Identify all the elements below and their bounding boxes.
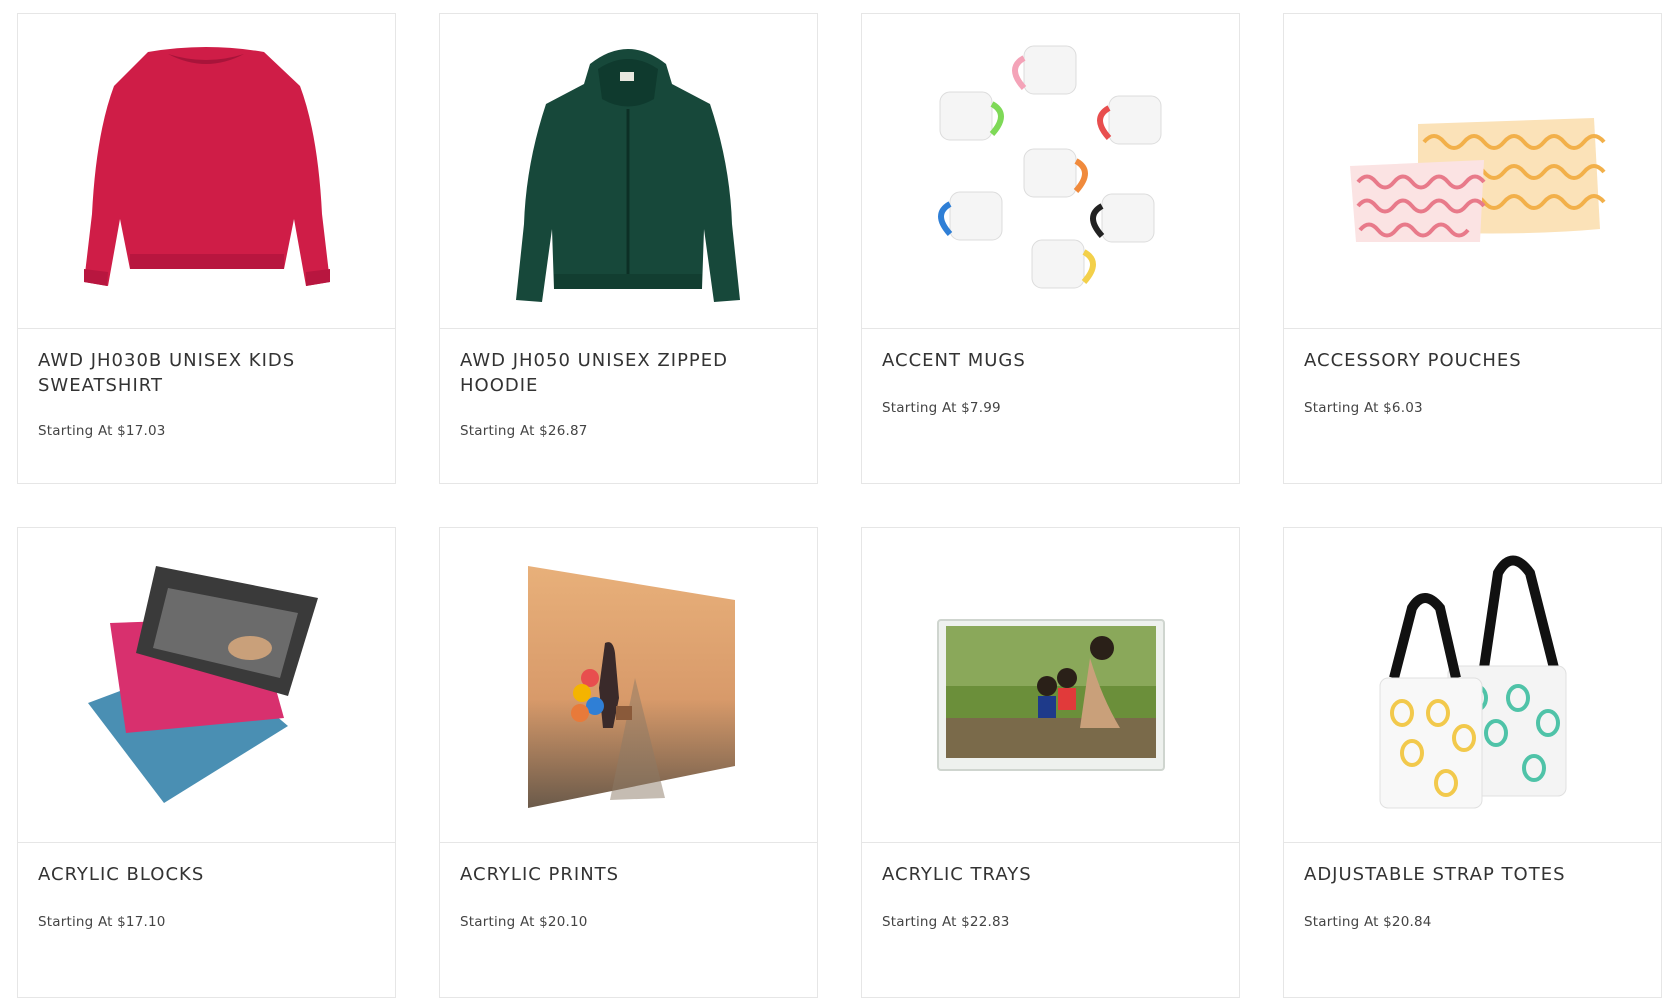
product-card[interactable]: ACCENT MUGS Starting At $7.99 — [861, 13, 1240, 484]
price-prefix: Starting At — [38, 914, 113, 930]
product-price: Starting At $7.99 — [882, 400, 1212, 416]
price-value: $20.84 — [1383, 914, 1432, 930]
product-title[interactable]: ACCENT MUGS — [882, 348, 1212, 373]
price-value: $17.10 — [117, 914, 166, 930]
product-title[interactable]: ACRYLIC BLOCKS — [38, 862, 368, 887]
price-value: $26.87 — [539, 423, 588, 439]
price-prefix: Starting At — [882, 914, 957, 930]
product-card[interactable]: ADJUSTABLE STRAP TOTES Starting At $20.8… — [1283, 527, 1662, 998]
price-prefix: Starting At — [882, 400, 957, 416]
price-value: $20.10 — [539, 914, 588, 930]
product-price: Starting At $6.03 — [1304, 400, 1634, 416]
product-price: Starting At $22.83 — [882, 914, 1212, 930]
product-image-accessory-pouches[interactable] — [1284, 14, 1661, 329]
product-card[interactable]: ACRYLIC PRINTS Starting At $20.10 — [439, 527, 818, 998]
product-title[interactable]: AWD JH030B UNISEX KIDS SWEATSHIRT — [38, 348, 368, 398]
price-value: $6.03 — [1383, 400, 1423, 416]
product-card[interactable]: ACRYLIC BLOCKS Starting At $17.10 — [17, 527, 396, 998]
product-image-acrylic-blocks[interactable] — [18, 528, 395, 843]
product-price: Starting At $20.84 — [1304, 914, 1634, 930]
product-card[interactable]: ACCESSORY POUCHES Starting At $6.03 — [1283, 13, 1662, 484]
price-value: $17.03 — [117, 423, 166, 439]
price-value: $7.99 — [961, 400, 1001, 416]
product-title[interactable]: ADJUSTABLE STRAP TOTES — [1304, 862, 1634, 887]
product-title[interactable]: AWD JH050 UNISEX ZIPPED HOODIE — [460, 348, 790, 398]
product-card[interactable]: AWD JH030B UNISEX KIDS SWEATSHIRT Starti… — [17, 13, 396, 484]
price-prefix: Starting At — [460, 914, 535, 930]
product-price: Starting At $17.03 — [38, 423, 368, 439]
product-price: Starting At $20.10 — [460, 914, 790, 930]
product-grid: AWD JH030B UNISEX KIDS SWEATSHIRT Starti… — [0, 0, 1680, 1008]
product-card[interactable]: ACRYLIC TRAYS Starting At $22.83 — [861, 527, 1240, 998]
product-price: Starting At $26.87 — [460, 423, 790, 439]
product-image-acrylic-print[interactable] — [440, 528, 817, 843]
price-prefix: Starting At — [1304, 400, 1379, 416]
product-image-red-sweatshirt[interactable] — [18, 14, 395, 329]
product-title[interactable]: ACCESSORY POUCHES — [1304, 348, 1634, 373]
product-card[interactable]: AWD JH050 UNISEX ZIPPED HOODIE Starting … — [439, 13, 818, 484]
product-title[interactable]: ACRYLIC PRINTS — [460, 862, 790, 887]
price-prefix: Starting At — [38, 423, 113, 439]
product-price: Starting At $17.10 — [38, 914, 368, 930]
price-prefix: Starting At — [460, 423, 535, 439]
product-image-green-zip-hoodie[interactable] — [440, 14, 817, 329]
product-image-accent-mugs[interactable] — [862, 14, 1239, 329]
product-image-strap-totes[interactable] — [1284, 528, 1661, 843]
product-title[interactable]: ACRYLIC TRAYS — [882, 862, 1212, 887]
product-image-acrylic-tray[interactable] — [862, 528, 1239, 843]
price-prefix: Starting At — [1304, 914, 1379, 930]
price-value: $22.83 — [961, 914, 1010, 930]
